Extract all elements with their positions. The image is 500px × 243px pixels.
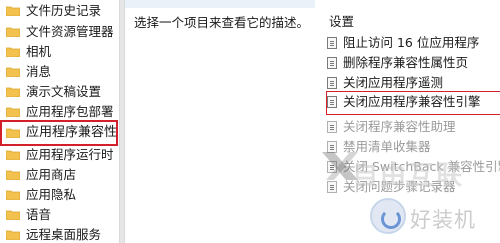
tree-item-label: 应用程序包部署: [26, 104, 114, 119]
folder-icon: [6, 150, 20, 160]
tree-item-label: 相机: [26, 44, 52, 59]
setting-label: 关闭应用程序遥测: [343, 75, 444, 90]
folder-icon: [6, 6, 20, 16]
tree-item-label: 应用程序兼容性: [26, 125, 118, 140]
policy-tree: 文件历史记录 文件资源管理器 相机 消息 演示文稿设置 应用程序包部署 应用程序…: [0, 0, 118, 243]
tree-item-messaging[interactable]: 消息: [0, 61, 118, 83]
setting-label: 阻止访问 16 位应用程序: [343, 35, 480, 50]
tree-item-label: 消息: [26, 64, 52, 79]
setting-item[interactable]: 删除程序兼容性属性页: [327, 53, 500, 73]
folder-icon: [6, 170, 20, 180]
setting-item-highlighted[interactable]: 关闭应用程序兼容性引擎: [326, 91, 500, 115]
folder-icon: [6, 87, 20, 97]
settings-column-header[interactable]: 设置: [329, 11, 354, 30]
tree-item-label: 文件资源管理器: [26, 24, 114, 39]
folder-icon: [6, 47, 20, 57]
description-text: 选择一个项目来查看它的描述。: [134, 15, 310, 30]
tree-item-label: 应用隐私: [26, 187, 77, 202]
setting-label: 关闭应用程序兼容性引擎: [343, 94, 481, 109]
setting-item[interactable]: 关闭应用程序遥测: [327, 73, 500, 93]
tree-item-file-history[interactable]: 文件历史记录: [0, 0, 118, 22]
watermark-badge-icon: [370, 198, 406, 234]
policy-document-icon: [327, 77, 337, 89]
tree-item-label: 演示文稿设置: [26, 84, 102, 99]
setting-item[interactable]: 阻止访问 16 位应用程序: [327, 33, 500, 53]
folder-icon: [6, 128, 20, 138]
folder-icon: [6, 190, 20, 200]
setting-item[interactable]: 关闭程序兼容性助理: [327, 117, 500, 137]
tree-item-label: 应用程序运行时: [26, 147, 114, 162]
tree-item-camera[interactable]: 相机: [0, 41, 118, 63]
tree-item-remote-desktop-services[interactable]: 远程桌面服务: [0, 224, 118, 243]
watermark-site-name: 好装机: [410, 208, 476, 232]
tree-item-speech[interactable]: 语音: [0, 204, 118, 226]
policy-document-icon: [327, 37, 337, 49]
tree-item-app-privacy[interactable]: 应用隐私: [0, 184, 118, 206]
folder-icon: [6, 210, 20, 220]
policy-document-icon: [327, 121, 337, 133]
tree-item-store[interactable]: 应用商店: [0, 164, 118, 186]
tree-item-label: 文件历史记录: [26, 3, 102, 18]
policy-document-icon: [327, 96, 337, 108]
folder-icon: [6, 27, 20, 37]
tree-item-app-compatibility[interactable]: 应用程序兼容性: [0, 120, 118, 146]
setting-label: 删除程序兼容性属性页: [343, 55, 469, 70]
folder-icon: [6, 107, 20, 117]
tree-item-label: 语音: [26, 207, 52, 222]
description-header-band: [125, 0, 315, 8]
folder-icon: [6, 230, 20, 240]
description-pane: 选择一个项目来查看它的描述。: [125, 0, 315, 243]
folder-icon: [6, 67, 20, 77]
tree-item-presentation-settings[interactable]: 演示文稿设置: [0, 81, 118, 103]
policy-document-icon: [327, 57, 337, 69]
setting-label: 关闭程序兼容性助理: [343, 119, 456, 134]
tree-item-label: 远程桌面服务: [26, 227, 102, 242]
tree-item-app-runtime[interactable]: 应用程序运行时: [0, 144, 118, 166]
watermark-brand-text: 自由互联: [352, 161, 465, 191]
tree-item-file-explorer[interactable]: 文件资源管理器: [0, 21, 118, 43]
tree-item-label: 应用商店: [26, 167, 77, 182]
